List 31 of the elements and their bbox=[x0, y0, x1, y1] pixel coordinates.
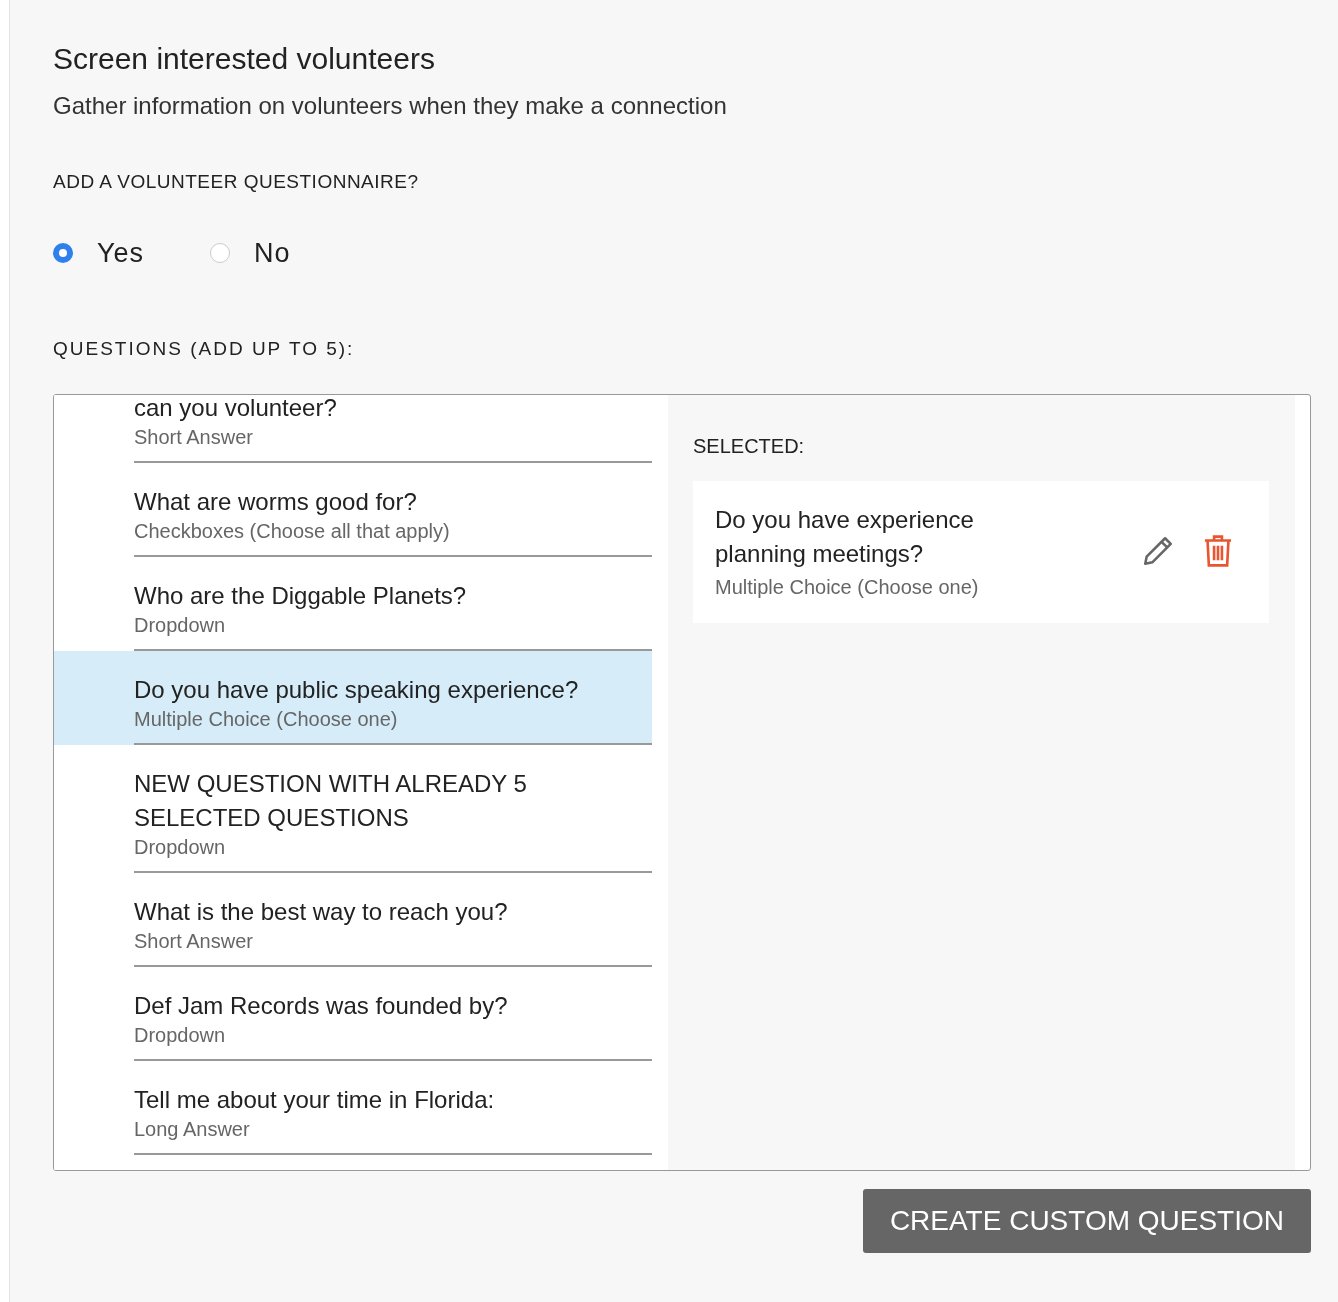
radio-label: Yes bbox=[97, 236, 145, 270]
question-title: can you volunteer? bbox=[134, 394, 338, 423]
radio-button[interactable] bbox=[53, 242, 73, 263]
question-title: Who are the Diggable Planets? bbox=[134, 580, 468, 611]
question-title: What is the best way to reach you? bbox=[134, 896, 509, 927]
question-title: Tell me about your time in Florida: bbox=[134, 1084, 496, 1115]
trash-icon[interactable] bbox=[1203, 533, 1233, 568]
question-type: Dropdown bbox=[134, 1022, 227, 1047]
question-type: Long Answer bbox=[134, 1116, 251, 1141]
question-title: Def Jam Records was founded by? bbox=[134, 990, 509, 1021]
questionnaire-label: ADD A VOLUNTEER QUESTIONNAIRE? bbox=[53, 170, 420, 194]
section-heading: Screen interested volunteers bbox=[53, 41, 436, 77]
question-type: Short Answer bbox=[134, 928, 254, 953]
section-description: Gather information on volunteers when they make a connection bbox=[53, 91, 728, 121]
radio-button[interactable] bbox=[210, 242, 231, 263]
question-type: Multiple Choice (Choose one) bbox=[715, 574, 980, 599]
question-item[interactable]: can you volunteer? Short Answer bbox=[54, 394, 652, 463]
question-title: NEW QUESTION WITH ALREADY 5 SELECTED QUESTIONS bbox=[134, 768, 528, 833]
question-title: Do you have public speaking experience? bbox=[134, 674, 580, 705]
create-custom-question-button[interactable]: CREATE CUSTOM QUESTION bbox=[862, 1188, 1311, 1253]
question-type: Dropdown bbox=[134, 834, 227, 859]
question-item[interactable]: Do you have public speaking experience? Multiple Choice (Choose one) bbox=[54, 650, 652, 745]
question-title: What are worms good for? bbox=[134, 486, 418, 517]
question-type: Checkboxes (Choose all that apply) bbox=[134, 518, 451, 543]
questions-label: QUESTIONS (ADD UP TO 5): bbox=[53, 337, 356, 361]
question-type: Short Answer bbox=[134, 424, 254, 449]
radio-label: No bbox=[254, 236, 291, 270]
question-type: Multiple Choice (Choose one) bbox=[134, 706, 399, 731]
selected-label: SELECTED: bbox=[693, 433, 806, 459]
question-type: Dropdown bbox=[134, 612, 227, 637]
question-title: Do you have experience planning meetings? bbox=[715, 504, 975, 569]
